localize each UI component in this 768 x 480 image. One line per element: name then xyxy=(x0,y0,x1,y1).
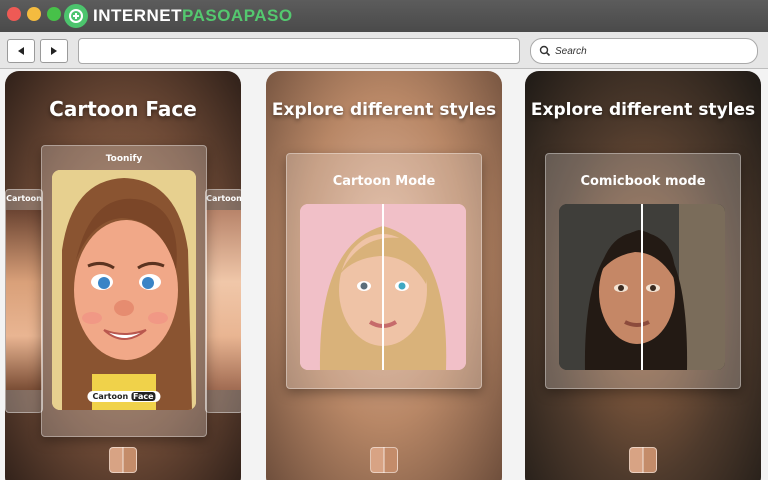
app-screenshot-card[interactable]: Cartoon Face Cartoon Cartoon Toonify Car… xyxy=(5,71,241,480)
toonify-panel: Toonify Cartoon Face xyxy=(41,145,207,437)
panel-label: Comicbook mode xyxy=(580,174,706,189)
cartoon-face-image xyxy=(6,210,42,390)
minimize-window-button[interactable] xyxy=(27,7,41,21)
cartoon-face-image: Cartoon Face xyxy=(52,170,196,410)
cartoon-face-badge: Cartoon Face xyxy=(87,391,161,402)
logo-text: INTERNETPASOAPASO xyxy=(93,6,293,26)
arrow-right-icon xyxy=(51,47,57,55)
logo-text-accent: PASOAPASO xyxy=(182,6,293,25)
card-title: Cartoon Face xyxy=(49,97,197,121)
thumbnail-preview xyxy=(109,447,137,473)
card-title: Explore different styles xyxy=(271,100,497,120)
panel-label: Cartoon Mode xyxy=(332,174,436,189)
search-icon xyxy=(539,45,551,57)
comicbook-mode-panel: Comicbook mode xyxy=(545,153,741,389)
side-preview-panel: Cartoon xyxy=(5,189,43,413)
cartoon-face-illustration xyxy=(52,170,196,410)
badge-prefix: Cartoon xyxy=(92,392,129,401)
title-bar: INTERNETPASOAPASO xyxy=(0,0,768,32)
logo-icon xyxy=(64,4,88,28)
site-logo: INTERNETPASOAPASO xyxy=(64,3,293,29)
browser-toolbar: Search xyxy=(0,32,768,69)
side-panel-label: Cartoon xyxy=(6,194,42,203)
search-placeholder: Search xyxy=(555,45,587,57)
back-button[interactable] xyxy=(7,39,35,63)
address-bar[interactable] xyxy=(78,38,520,64)
close-window-button[interactable] xyxy=(7,7,21,21)
thumbnail-preview xyxy=(629,447,657,473)
arrow-left-icon xyxy=(18,47,24,55)
cartoon-face-image xyxy=(206,210,241,390)
side-preview-panel: Cartoon xyxy=(205,189,241,413)
app-screenshot-card[interactable]: Explore different styles Cartoon Mode xyxy=(266,71,502,480)
logo-text-prefix: INTERNET xyxy=(93,6,182,25)
badge-suffix: Face xyxy=(130,392,156,401)
before-after-portrait xyxy=(300,204,466,370)
app-screenshot-card[interactable]: Explore different styles Comicbook mode xyxy=(525,71,761,480)
before-after-image xyxy=(300,204,466,370)
before-after-portrait xyxy=(559,204,725,370)
before-after-image xyxy=(559,204,725,370)
thumbnail-preview xyxy=(370,447,398,473)
card-title: Explore different styles xyxy=(530,100,756,120)
page-content: Cartoon Face Cartoon Cartoon Toonify Car… xyxy=(0,69,768,480)
maximize-window-button[interactable] xyxy=(47,7,61,21)
browser-window: INTERNETPASOAPASO Search Cartoon Face Ca… xyxy=(0,0,768,480)
side-panel-label: Cartoon xyxy=(206,194,241,203)
panel-label: Toonify xyxy=(105,154,143,164)
forward-button[interactable] xyxy=(40,39,68,63)
search-input[interactable]: Search xyxy=(530,38,758,64)
cartoon-mode-panel: Cartoon Mode xyxy=(286,153,482,389)
